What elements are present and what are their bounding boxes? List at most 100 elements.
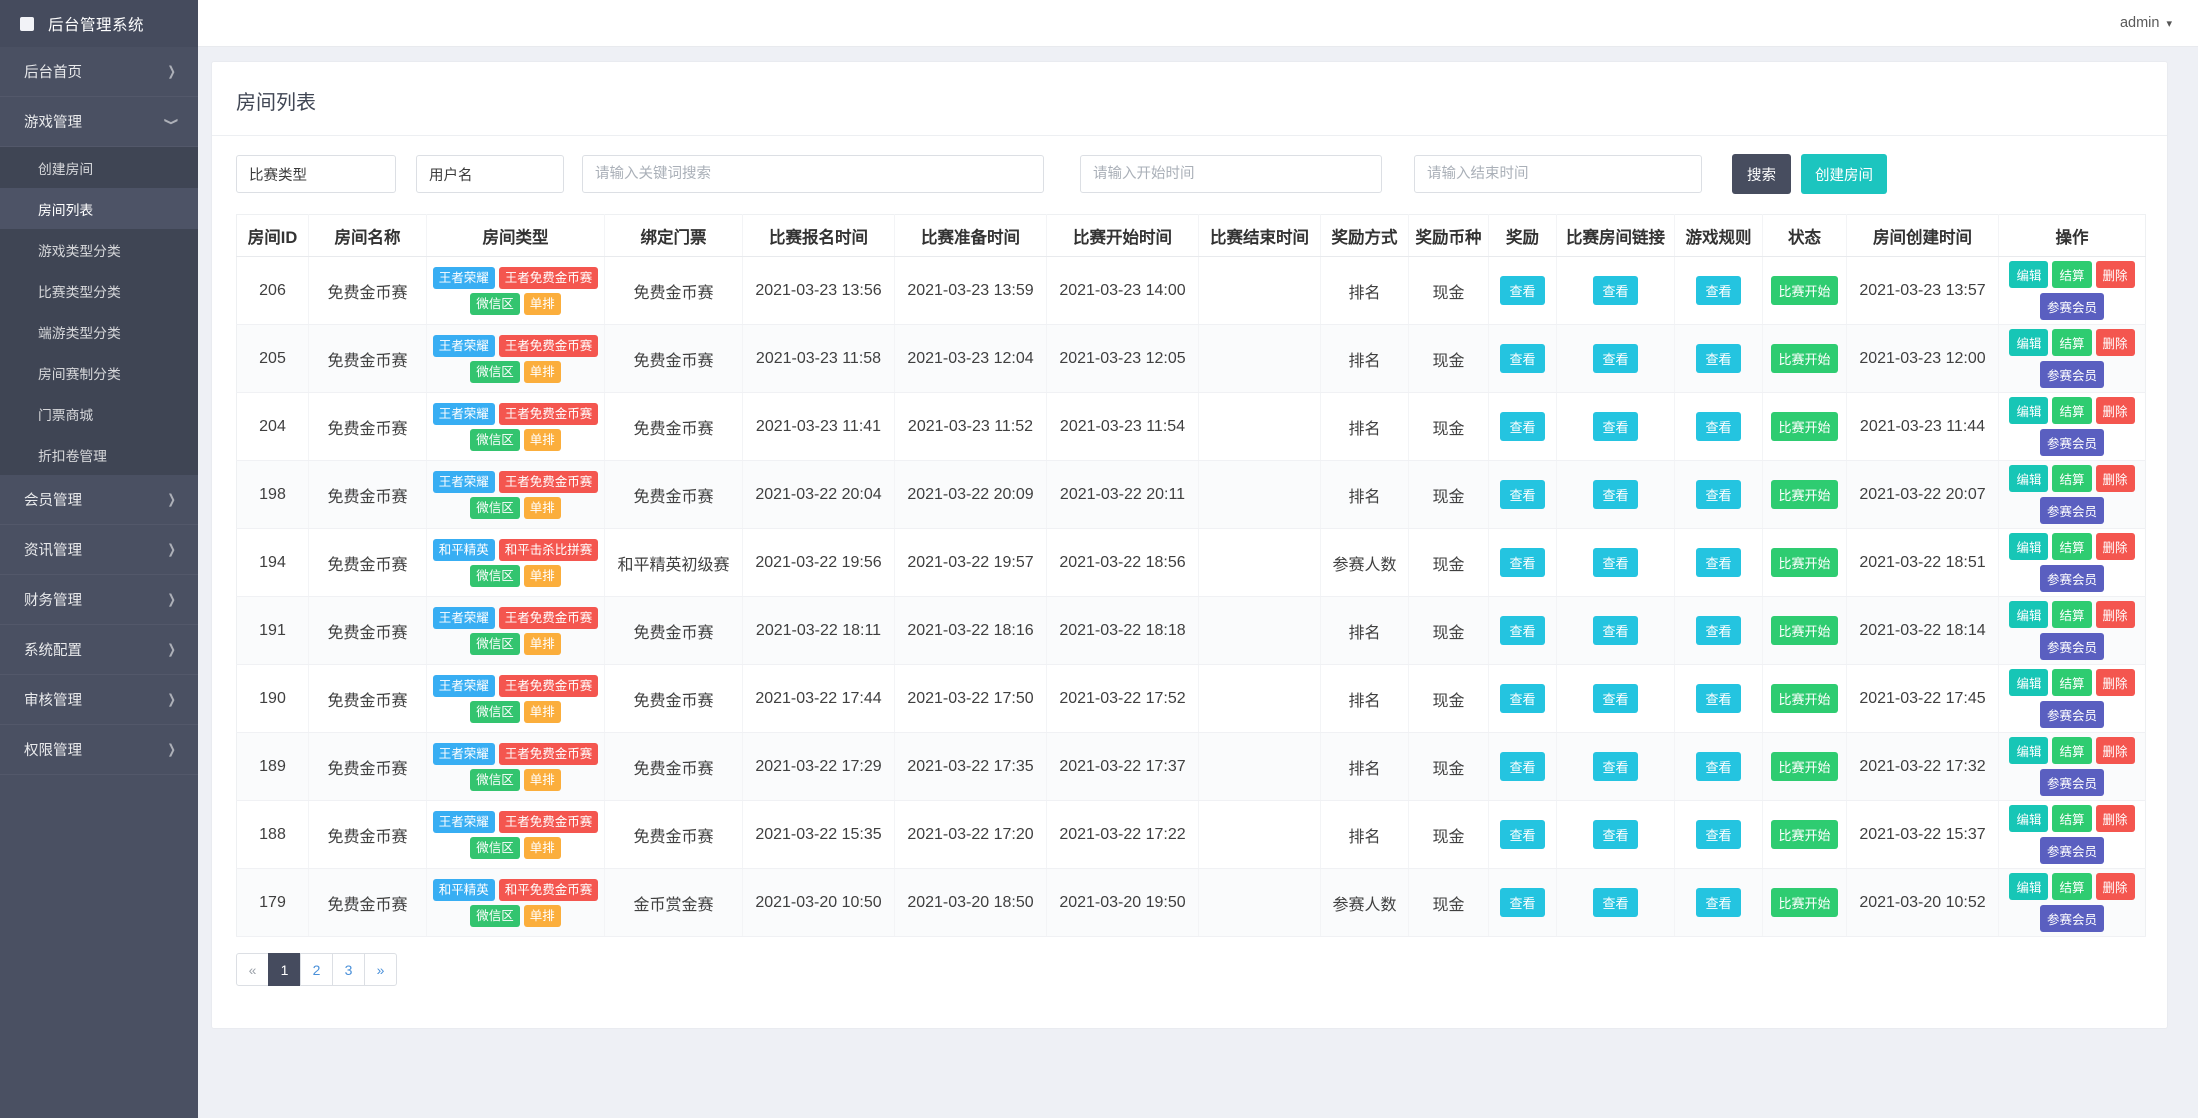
sidebar-subitem-端游类型分类[interactable]: 端游类型分类	[0, 311, 198, 352]
members-button[interactable]: 参赛会员	[2039, 429, 2104, 456]
sidebar-item-游戏管理[interactable]: 游戏管理 ❯	[0, 97, 198, 147]
delete-button[interactable]: 删除	[2095, 329, 2135, 356]
rules-view-button[interactable]: 查看	[1696, 276, 1741, 305]
status-button[interactable]: 比赛开始	[1771, 344, 1838, 373]
room-link-view-button[interactable]: 查看	[1593, 480, 1638, 509]
sidebar-subitem-游戏类型分类[interactable]: 游戏类型分类	[0, 229, 198, 270]
sidebar-subitem-创建房间[interactable]: 创建房间	[0, 147, 198, 188]
sidebar-item-会员管理[interactable]: 会员管理 ❯	[0, 475, 198, 525]
sidebar-item-财务管理[interactable]: 财务管理 ❯	[0, 575, 198, 625]
members-button[interactable]: 参赛会员	[2039, 701, 2104, 728]
delete-button[interactable]: 删除	[2095, 873, 2135, 900]
status-button[interactable]: 比赛开始	[1771, 480, 1838, 509]
sidebar-item-资讯管理[interactable]: 资讯管理 ❯	[0, 525, 198, 575]
pagination-page-2[interactable]: 2	[300, 953, 333, 986]
members-button[interactable]: 参赛会员	[2039, 633, 2104, 660]
delete-button[interactable]: 删除	[2095, 737, 2135, 764]
rules-view-button[interactable]: 查看	[1696, 616, 1741, 645]
room-link-view-button[interactable]: 查看	[1593, 888, 1638, 917]
edit-button[interactable]: 编辑	[2009, 397, 2049, 424]
reward-view-button[interactable]: 查看	[1500, 820, 1545, 849]
edit-button[interactable]: 编辑	[2009, 601, 2049, 628]
settle-button[interactable]: 结算	[2052, 329, 2092, 356]
rules-view-button[interactable]: 查看	[1696, 820, 1741, 849]
rules-view-button[interactable]: 查看	[1696, 888, 1741, 917]
edit-button[interactable]: 编辑	[2009, 261, 2049, 288]
reward-view-button[interactable]: 查看	[1500, 888, 1545, 917]
delete-button[interactable]: 删除	[2095, 669, 2135, 696]
room-link-view-button[interactable]: 查看	[1593, 616, 1638, 645]
edit-button[interactable]: 编辑	[2009, 873, 2049, 900]
match-type-input[interactable]	[236, 155, 396, 193]
sidebar-subitem-房间赛制分类[interactable]: 房间赛制分类	[0, 352, 198, 393]
reward-view-button[interactable]: 查看	[1500, 276, 1545, 305]
delete-button[interactable]: 删除	[2095, 601, 2135, 628]
sidebar-subitem-比赛类型分类[interactable]: 比赛类型分类	[0, 270, 198, 311]
reward-view-button[interactable]: 查看	[1500, 344, 1545, 373]
rules-view-button[interactable]: 查看	[1696, 344, 1741, 373]
delete-button[interactable]: 删除	[2095, 261, 2135, 288]
reward-view-button[interactable]: 查看	[1500, 684, 1545, 713]
edit-button[interactable]: 编辑	[2009, 737, 2049, 764]
start-time-input[interactable]	[1080, 155, 1382, 193]
status-button[interactable]: 比赛开始	[1771, 752, 1838, 781]
delete-button[interactable]: 删除	[2095, 397, 2135, 424]
status-button[interactable]: 比赛开始	[1771, 276, 1838, 305]
room-link-view-button[interactable]: 查看	[1593, 412, 1638, 441]
sidebar-item-系统配置[interactable]: 系统配置 ❯	[0, 625, 198, 675]
sidebar-subitem-折扣卷管理[interactable]: 折扣卷管理	[0, 434, 198, 475]
rules-view-button[interactable]: 查看	[1696, 548, 1741, 577]
status-button[interactable]: 比赛开始	[1771, 412, 1838, 441]
pagination-page-1[interactable]: 1	[268, 953, 301, 986]
edit-button[interactable]: 编辑	[2009, 805, 2049, 832]
edit-button[interactable]: 编辑	[2009, 669, 2049, 696]
members-button[interactable]: 参赛会员	[2039, 837, 2104, 864]
settle-button[interactable]: 结算	[2052, 261, 2092, 288]
delete-button[interactable]: 删除	[2095, 465, 2135, 492]
search-button[interactable]: 搜索	[1732, 154, 1791, 194]
end-time-input[interactable]	[1414, 155, 1702, 193]
members-button[interactable]: 参赛会员	[2039, 361, 2104, 388]
edit-button[interactable]: 编辑	[2009, 533, 2049, 560]
user-dropdown[interactable]: admin ▾	[2120, 15, 2172, 31]
settle-button[interactable]: 结算	[2052, 873, 2092, 900]
room-link-view-button[interactable]: 查看	[1593, 344, 1638, 373]
edit-button[interactable]: 编辑	[2009, 465, 2049, 492]
username-input[interactable]	[416, 155, 564, 193]
members-button[interactable]: 参赛会员	[2039, 905, 2104, 932]
create-room-button[interactable]: 创建房间	[1801, 154, 1887, 194]
sidebar-item-后台首页[interactable]: 后台首页 ❯	[0, 47, 198, 97]
reward-view-button[interactable]: 查看	[1500, 412, 1545, 441]
rules-view-button[interactable]: 查看	[1696, 752, 1741, 781]
room-link-view-button[interactable]: 查看	[1593, 684, 1638, 713]
members-button[interactable]: 参赛会员	[2039, 497, 2104, 524]
delete-button[interactable]: 删除	[2095, 805, 2135, 832]
room-link-view-button[interactable]: 查看	[1593, 276, 1638, 305]
pagination-next-button[interactable]: »	[364, 953, 397, 986]
status-button[interactable]: 比赛开始	[1771, 684, 1838, 713]
settle-button[interactable]: 结算	[2052, 805, 2092, 832]
delete-button[interactable]: 删除	[2095, 533, 2135, 560]
pagination-page-3[interactable]: 3	[332, 953, 365, 986]
room-link-view-button[interactable]: 查看	[1593, 820, 1638, 849]
settle-button[interactable]: 结算	[2052, 601, 2092, 628]
pagination-prev-button[interactable]: «	[236, 953, 269, 986]
sidebar-item-审核管理[interactable]: 审核管理 ❯	[0, 675, 198, 725]
settle-button[interactable]: 结算	[2052, 465, 2092, 492]
status-button[interactable]: 比赛开始	[1771, 888, 1838, 917]
settle-button[interactable]: 结算	[2052, 737, 2092, 764]
status-button[interactable]: 比赛开始	[1771, 616, 1838, 645]
sidebar-subitem-房间列表[interactable]: 房间列表	[0, 188, 198, 229]
status-button[interactable]: 比赛开始	[1771, 548, 1838, 577]
sidebar-item-权限管理[interactable]: 权限管理 ❯	[0, 725, 198, 775]
reward-view-button[interactable]: 查看	[1500, 548, 1545, 577]
status-button[interactable]: 比赛开始	[1771, 820, 1838, 849]
reward-view-button[interactable]: 查看	[1500, 480, 1545, 509]
rules-view-button[interactable]: 查看	[1696, 480, 1741, 509]
members-button[interactable]: 参赛会员	[2039, 293, 2104, 320]
members-button[interactable]: 参赛会员	[2039, 565, 2104, 592]
settle-button[interactable]: 结算	[2052, 669, 2092, 696]
edit-button[interactable]: 编辑	[2009, 329, 2049, 356]
room-link-view-button[interactable]: 查看	[1593, 548, 1638, 577]
settle-button[interactable]: 结算	[2052, 533, 2092, 560]
